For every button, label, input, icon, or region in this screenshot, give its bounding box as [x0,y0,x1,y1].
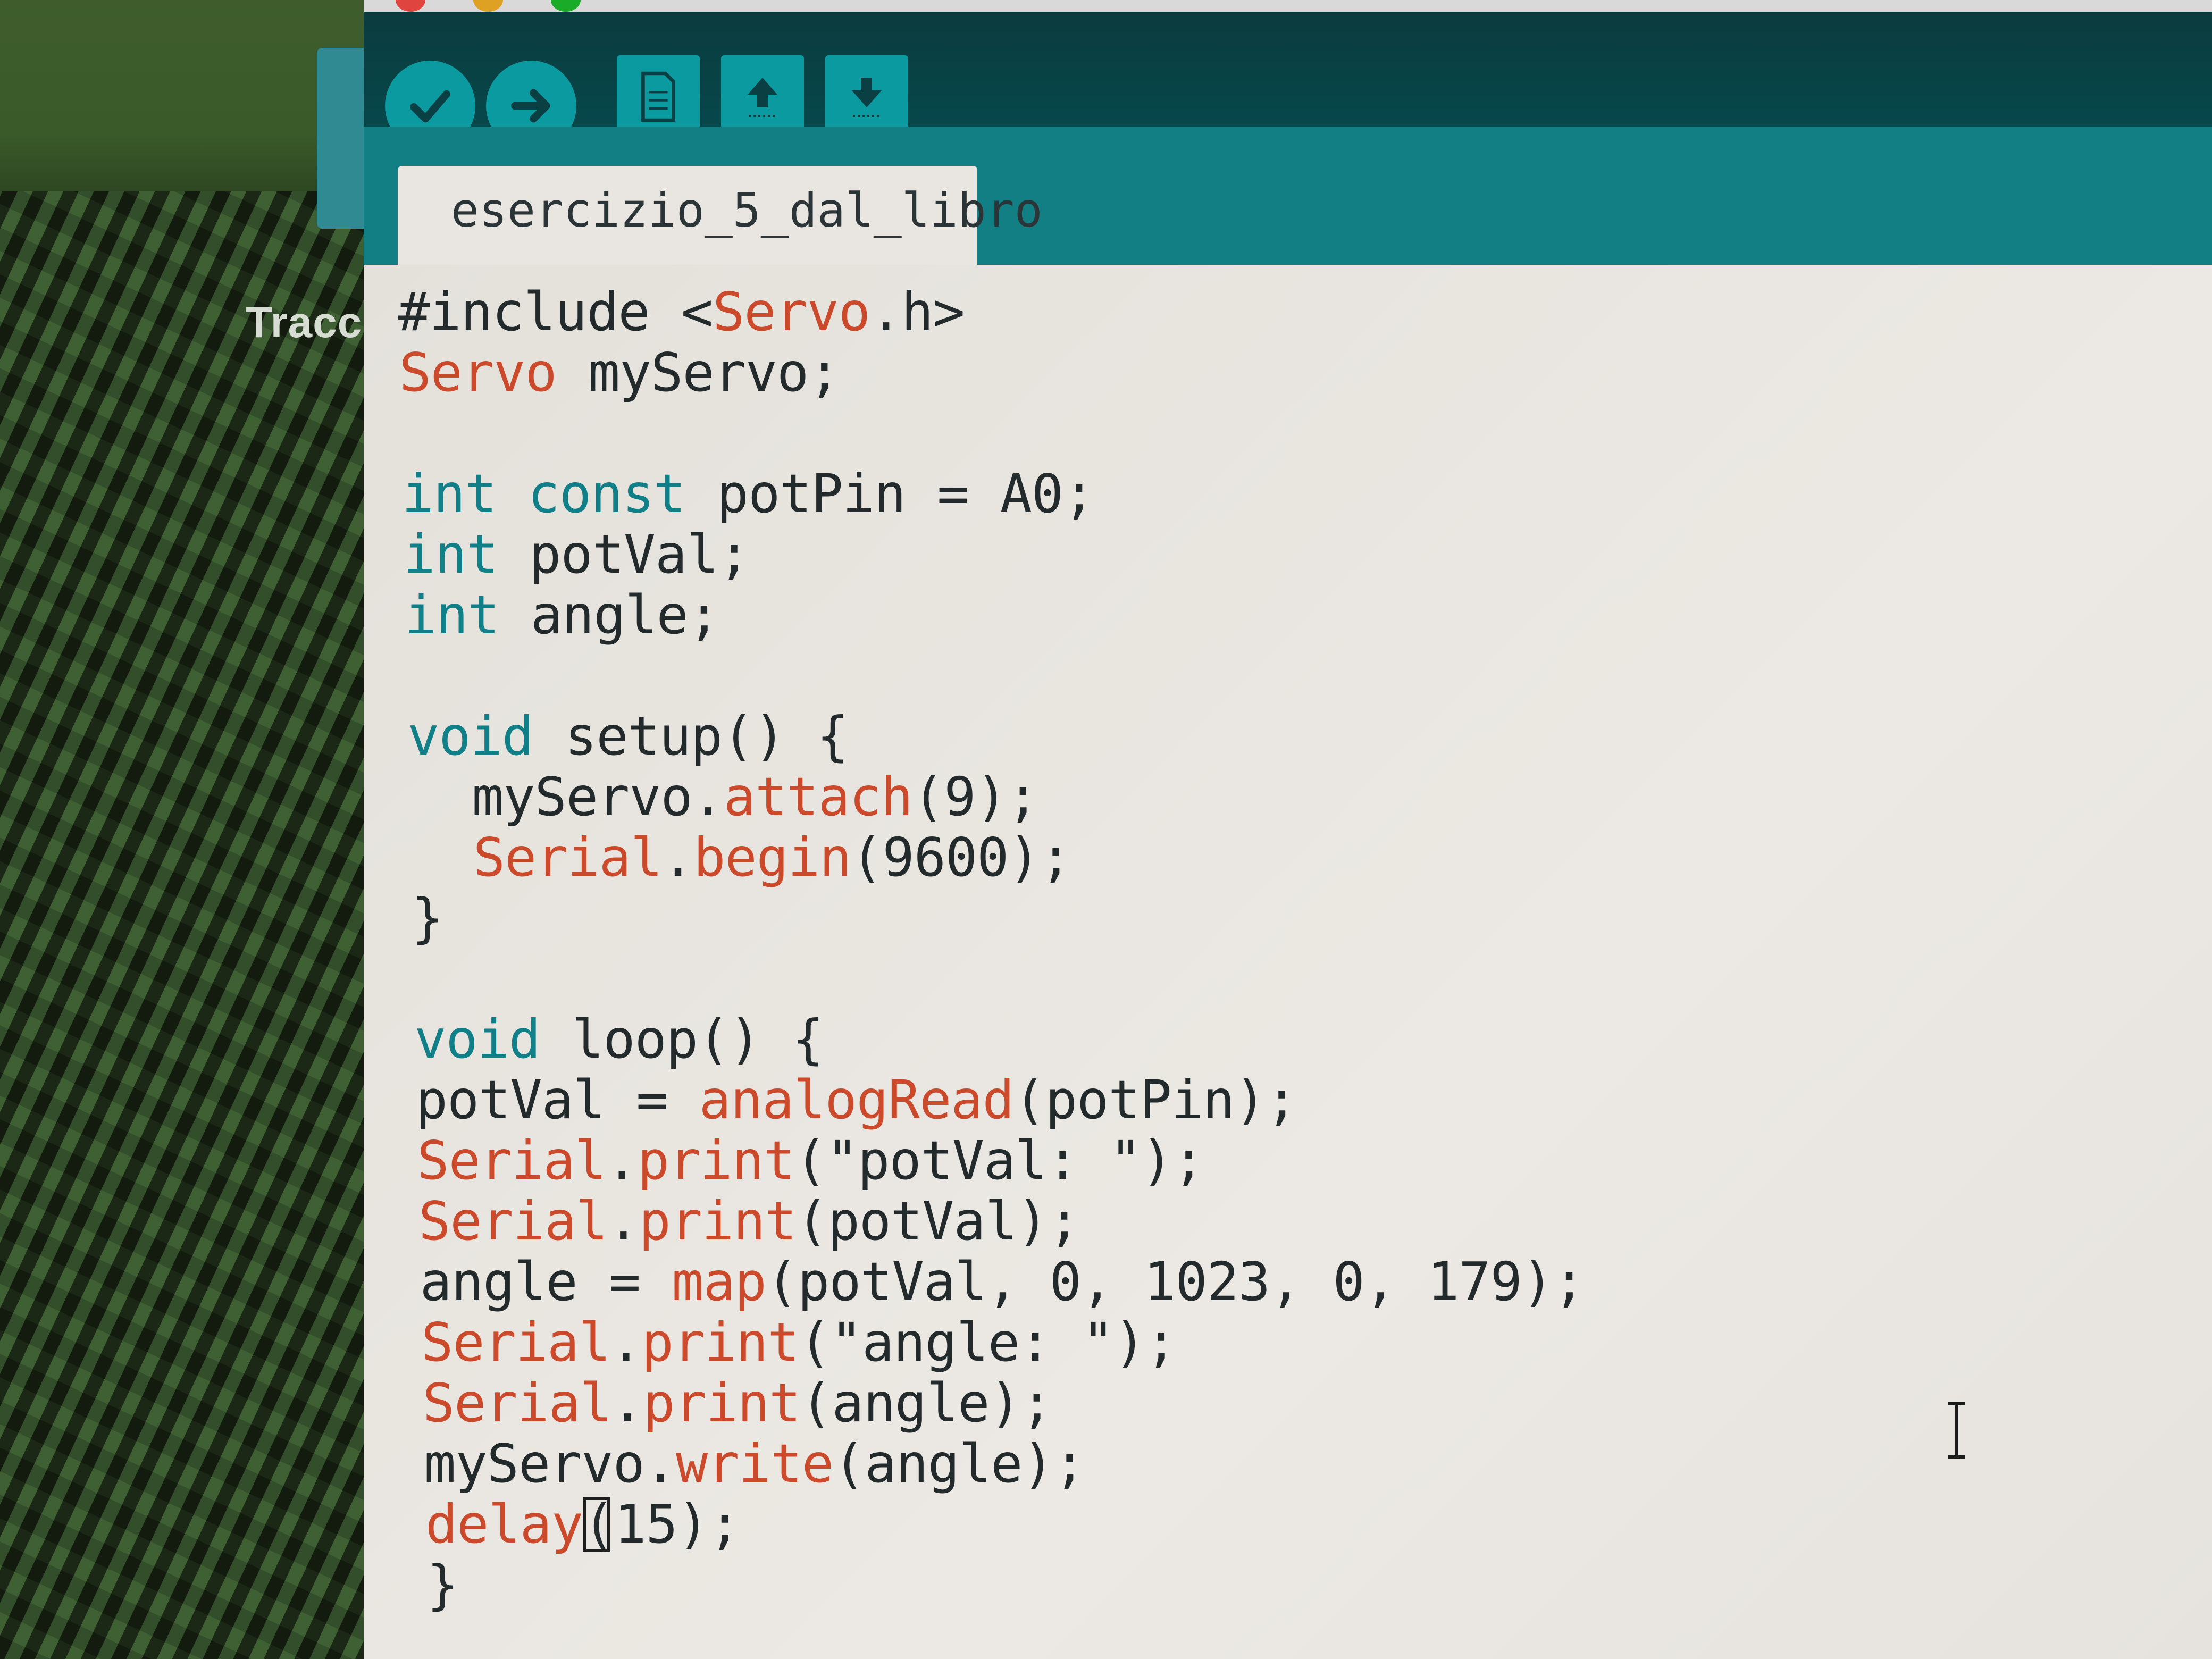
code-token: Servo [399,341,557,404]
code-token: } [412,887,443,949]
text-cursor-ibeam-icon [1948,1402,1965,1459]
code-line: Servo myServo; [399,341,841,404]
code-token: #include < [398,281,713,343]
code-token: myServo. [424,1432,676,1495]
tab-bar: esercizio_5_dal_libro [364,127,2212,265]
code-token: . [611,1372,643,1434]
code-token: setup() { [533,705,849,767]
code-token: ("angle: "); [799,1311,1177,1373]
code-editor[interactable]: #include <Servo.h> Servo myServo; int cons… [364,265,2212,1659]
code-token: . [606,1129,638,1192]
code-line: int const potPin = A0; [402,463,1095,525]
code-token: print [637,1129,795,1192]
minimize-window-button[interactable] [473,0,503,12]
open-sketch-button[interactable] [721,55,804,138]
code-token: angle; [499,584,720,646]
code-token: angle = [420,1251,672,1313]
code-token: int [403,523,498,585]
code-token: (9600); [851,826,1071,889]
photo-scene: Tracc esercizio_5_dal_libro #include <Se… [0,0,2212,1659]
code-token: potVal = [415,1069,699,1131]
window-titlebar [364,0,2212,12]
code-token: attach [723,766,913,828]
code-line: } [426,1554,459,1616]
background-window-label: Tracc [246,298,363,347]
new-sketch-button[interactable] [617,55,700,138]
code-token: print [641,1311,800,1373]
code-line: int potVal; [403,523,750,585]
arrow-up-icon [748,78,777,117]
code-token: (9); [912,766,1039,828]
arduino-ide-window: esercizio_5_dal_libro #include <Servo.h>… [364,0,2212,1659]
code-token: print [643,1372,801,1434]
code-token: map [672,1251,767,1313]
code-token: Serial [473,826,663,889]
code-token: (potVal, 0, 1023, 0, 179); [766,1251,1585,1313]
tab-sketch[interactable]: esercizio_5_dal_libro [398,166,1043,265]
code-token: write [676,1432,834,1495]
code-line: #include <Servo.h> [398,281,965,343]
code-token: myServo. [408,766,724,828]
code-line: int angle; [405,584,720,646]
code-line: Serial.print(potVal); [418,1190,1080,1252]
code-line: myServo.write(angle); [424,1432,1085,1495]
code-token: . [610,1311,642,1373]
code-token: delay [425,1493,583,1555]
save-sketch-button[interactable] [825,55,908,138]
code-line: Serial.begin(9600); [410,826,1072,889]
code-line: delay(15); [425,1493,741,1555]
code-line: potVal = analogRead(potPin); [415,1069,1298,1131]
code-line: angle = map(potVal, 0, 1023, 0, 179); [420,1251,1586,1313]
code-token: .h> [870,281,965,343]
code-token: potVal; [498,523,750,585]
code-line: myServo.attach(9); [408,766,1039,828]
code-token: myServo; [556,341,841,404]
code-token: (angle); [833,1432,1086,1495]
tab-label: esercizio_5_dal_libro [451,183,1043,238]
code-line: } [412,887,443,949]
zoom-window-button[interactable] [551,0,581,12]
code-token: (potPin); [1013,1069,1298,1131]
text-caret [583,1497,611,1552]
desktop-background [0,0,404,1659]
close-window-button[interactable] [396,0,425,12]
code-line: Serial.print("potVal: "); [417,1129,1204,1192]
code-token: int const [401,463,686,525]
code-token: ("potVal: "); [794,1129,1205,1192]
arrow-down-icon [852,78,882,117]
code-token: print [639,1190,797,1252]
code-token: begin [693,826,851,889]
code-token: } [426,1554,459,1616]
document-icon [641,71,675,122]
code-token: void [414,1008,541,1070]
code-token: potPin = A0; [685,463,1095,525]
code-token: Serial [421,1311,610,1373]
code-line: void loop() { [414,1008,824,1070]
code-token: Serial [417,1129,606,1192]
code-token: Servo [713,281,870,343]
code-token: int [405,584,500,646]
code-line: Serial.print(angle); [422,1372,1053,1434]
code-token: . [607,1190,639,1252]
toolbar [364,12,2212,151]
code-token: (angle); [800,1372,1053,1434]
code-token: Serial [422,1372,612,1434]
code-token: loop() { [540,1008,824,1070]
code-line: Serial.print("angle: "); [421,1311,1177,1373]
code-line: void setup() { [407,705,849,767]
code-token: (potVal); [796,1190,1080,1252]
code-token: . [662,826,694,889]
code-token: Serial [418,1190,608,1252]
code-token: void [407,705,534,767]
code-token: analogRead [699,1069,1015,1131]
